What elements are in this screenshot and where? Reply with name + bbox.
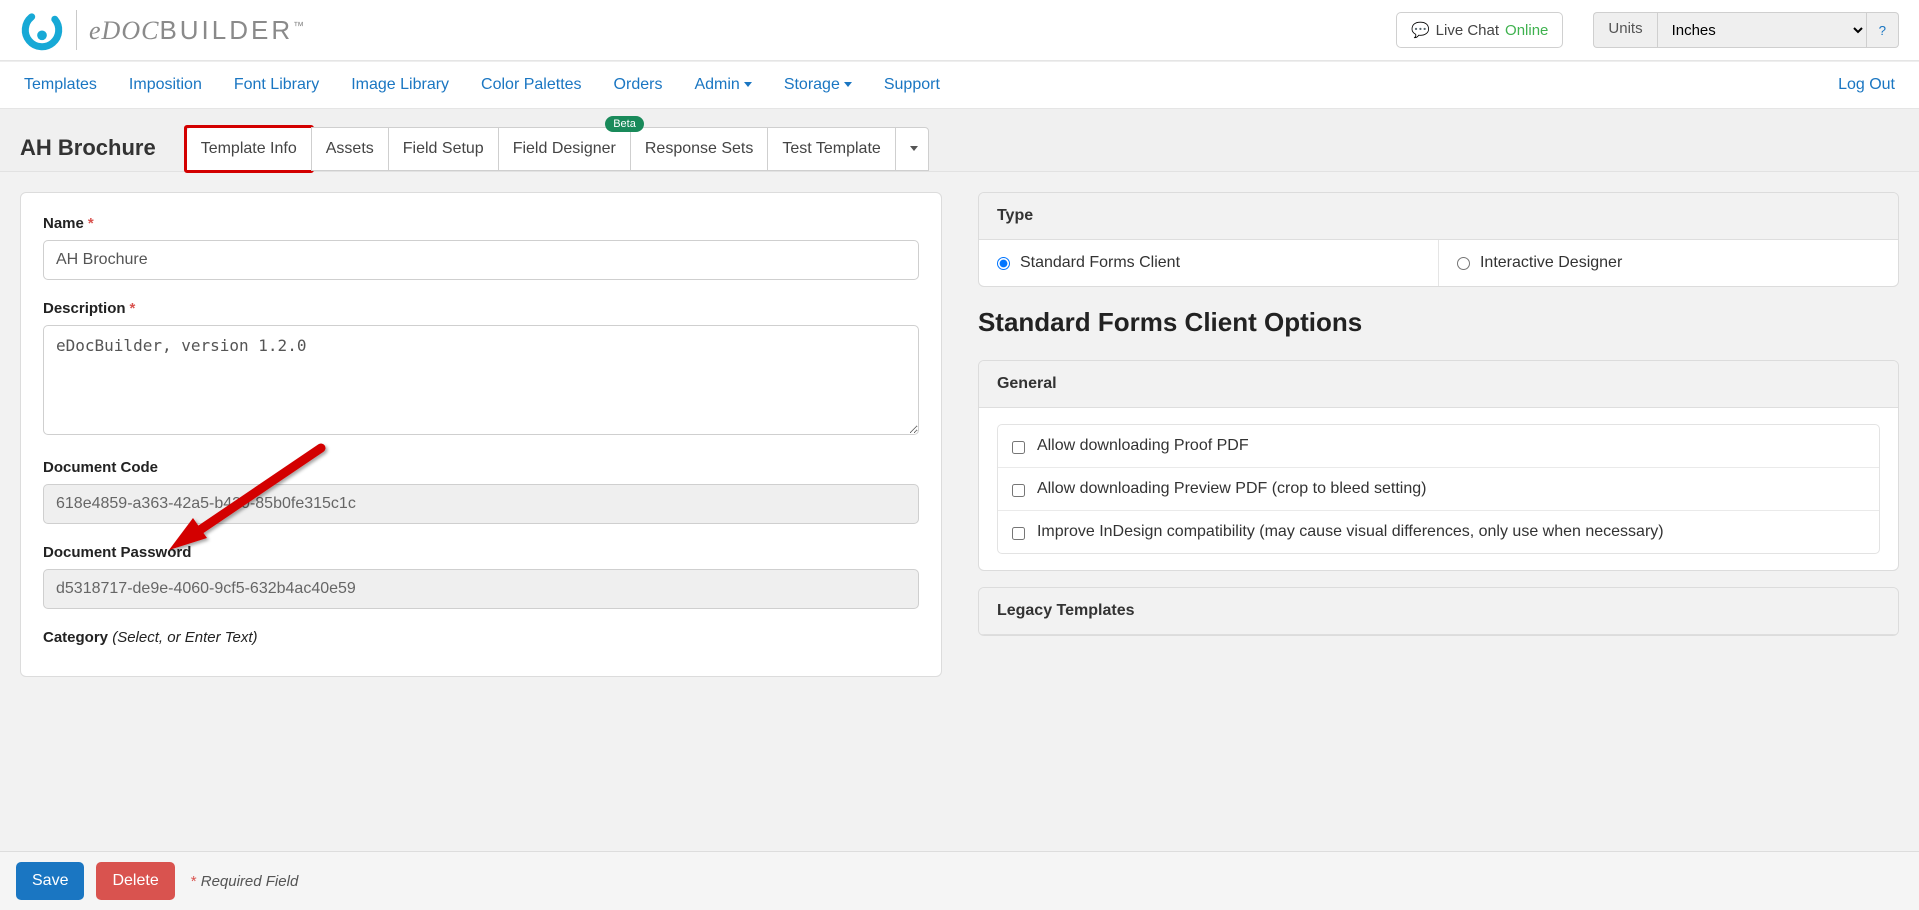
document-password-label: Document Password — [43, 544, 919, 561]
logo: eDOCBUILDER™ — [20, 8, 305, 52]
nav-logout[interactable]: Log Out — [1834, 62, 1899, 108]
description-label: Description* — [43, 300, 919, 317]
document-code-label: Document Code — [43, 459, 919, 476]
top-right-controls: 💬 Live Chat Online Units Inches ? — [1396, 12, 1899, 48]
general-panel: General Allow downloading Proof PDF Allo… — [978, 360, 1899, 571]
units-label: Units — [1593, 12, 1656, 48]
logo-edoc: eDOC — [89, 16, 159, 45]
check-label: Allow downloading Preview PDF (crop to b… — [1037, 480, 1427, 498]
field-document-password: Document Password — [43, 544, 919, 609]
type-panel: Type Standard Forms Client Interactive D… — [978, 192, 1899, 287]
tab-more-dropdown[interactable] — [895, 127, 929, 171]
type-option-label: Standard Forms Client — [1020, 254, 1180, 272]
live-chat-button[interactable]: 💬 Live Chat Online — [1396, 12, 1563, 48]
checkbox-preview-pdf[interactable] — [1012, 484, 1025, 497]
nav-templates[interactable]: Templates — [20, 62, 101, 108]
tab-assets[interactable]: Assets — [311, 127, 389, 171]
nav-list: Templates Imposition Font Library Image … — [20, 62, 944, 108]
nav-orders[interactable]: Orders — [610, 62, 667, 108]
description-input[interactable]: eDocBuilder, version 1.2.0 — [43, 325, 919, 435]
tab-group: Template Info Assets Field Setup Field D… — [186, 127, 929, 171]
required-note: * Required Field — [187, 873, 299, 890]
nav-imposition[interactable]: Imposition — [125, 62, 206, 108]
tab-template-info[interactable]: Template Info — [186, 127, 312, 171]
tab-field-designer[interactable]: Field Designer Beta — [498, 127, 631, 171]
chevron-down-icon — [744, 82, 752, 87]
logo-builder: BUILDER — [159, 15, 293, 45]
category-hint: (Select, or Enter Text) — [112, 629, 257, 646]
type-radio-standard[interactable] — [997, 257, 1010, 270]
check-allow-preview-pdf[interactable]: Allow downloading Preview PDF (crop to b… — [998, 468, 1879, 511]
chevron-down-icon — [844, 82, 852, 87]
sub-bar: AH Brochure Template Info Assets Field S… — [0, 109, 1919, 172]
nav-storage[interactable]: Storage — [780, 62, 856, 108]
top-header: eDOCBUILDER™ 💬 Live Chat Online Units In… — [0, 0, 1919, 61]
tab-test-template[interactable]: Test Template — [767, 127, 895, 171]
type-radio-interactive[interactable] — [1457, 257, 1470, 270]
type-option-label: Interactive Designer — [1480, 254, 1622, 272]
check-label: Improve InDesign compatibility (may caus… — [1037, 523, 1664, 541]
logo-separator — [76, 10, 77, 50]
category-label: Category (Select, or Enter Text) — [43, 629, 919, 646]
nav-right: Log Out — [1834, 62, 1899, 108]
footer-bar: Save Delete * Required Field — [0, 851, 1919, 910]
tab-field-setup[interactable]: Field Setup — [388, 127, 499, 171]
nav-admin[interactable]: Admin — [690, 62, 755, 108]
legacy-panel: Legacy Templates — [978, 587, 1899, 636]
nav-image-library[interactable]: Image Library — [347, 62, 453, 108]
name-label: Name* — [43, 215, 919, 232]
page-title: AH Brochure — [20, 127, 156, 161]
checkbox-proof-pdf[interactable] — [1012, 441, 1025, 454]
logo-tm: ™ — [293, 20, 305, 32]
tab-response-sets[interactable]: Response Sets — [630, 127, 769, 171]
logo-icon — [20, 8, 64, 52]
check-allow-proof-pdf[interactable]: Allow downloading Proof PDF — [998, 425, 1879, 468]
type-panel-head: Type — [979, 193, 1898, 240]
beta-badge: Beta — [605, 116, 644, 132]
options-section-title: Standard Forms Client Options — [978, 307, 1899, 338]
document-password-input — [43, 569, 919, 609]
general-panel-head: General — [979, 361, 1898, 408]
check-label: Allow downloading Proof PDF — [1037, 437, 1249, 455]
field-category: Category (Select, or Enter Text) — [43, 629, 919, 646]
save-button[interactable]: Save — [16, 862, 84, 900]
logo-text: eDOCBUILDER™ — [89, 15, 305, 46]
right-column: Type Standard Forms Client Interactive D… — [978, 192, 1899, 636]
template-info-card: Name* Description* eDocBuilder, version … — [20, 192, 942, 677]
check-indesign-compat[interactable]: Improve InDesign compatibility (may caus… — [998, 511, 1879, 553]
live-chat-label: Live Chat — [1436, 22, 1499, 39]
type-option-standard[interactable]: Standard Forms Client — [979, 240, 1439, 286]
chat-icon: 💬 — [1411, 21, 1430, 39]
content: Name* Description* eDocBuilder, version … — [0, 172, 1919, 697]
field-description: Description* eDocBuilder, version 1.2.0 — [43, 300, 919, 439]
nav-font-library[interactable]: Font Library — [230, 62, 323, 108]
units-control: Units Inches ? — [1593, 12, 1899, 48]
document-code-input — [43, 484, 919, 524]
field-name: Name* — [43, 215, 919, 280]
checkbox-indesign[interactable] — [1012, 527, 1025, 540]
delete-button[interactable]: Delete — [96, 862, 174, 900]
chevron-down-icon — [910, 146, 918, 151]
field-document-code: Document Code — [43, 459, 919, 524]
legacy-panel-head: Legacy Templates — [979, 588, 1898, 635]
help-button[interactable]: ? — [1867, 12, 1899, 48]
nav-support[interactable]: Support — [880, 62, 944, 108]
live-chat-status: Online — [1505, 22, 1548, 39]
nav-color-palettes[interactable]: Color Palettes — [477, 62, 586, 108]
type-option-interactive[interactable]: Interactive Designer — [1439, 240, 1898, 286]
type-options: Standard Forms Client Interactive Design… — [979, 240, 1898, 286]
main-nav: Templates Imposition Font Library Image … — [0, 61, 1919, 109]
name-input[interactable] — [43, 240, 919, 280]
units-select[interactable]: Inches — [1657, 12, 1867, 48]
general-check-list: Allow downloading Proof PDF Allow downlo… — [997, 424, 1880, 554]
